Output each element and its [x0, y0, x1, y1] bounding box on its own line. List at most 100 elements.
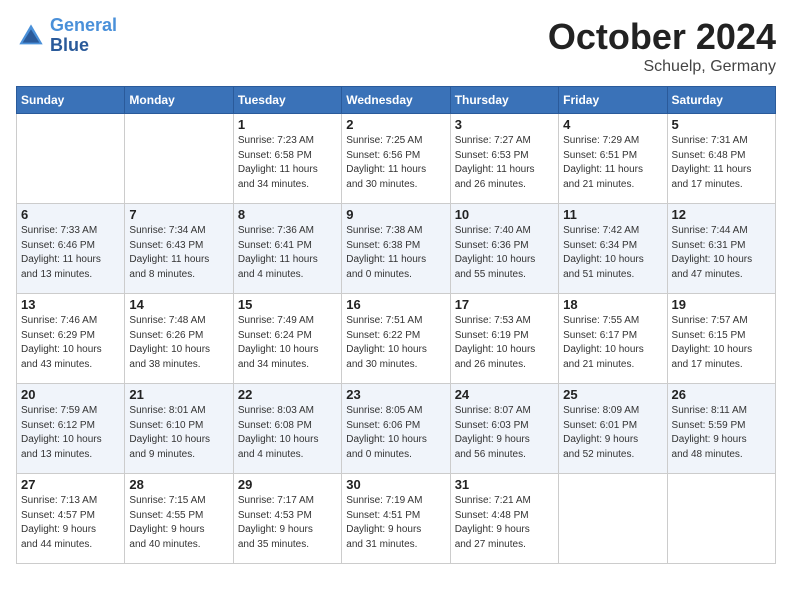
- day-info: Sunrise: 7:21 AM Sunset: 4:48 PM Dayligh…: [455, 494, 554, 552]
- calendar-cell: 9 Sunrise: 7:38 AM Sunset: 6:38 PM Daylig…: [342, 204, 450, 294]
- logo: General Blue: [16, 16, 117, 56]
- day-number: 29: [238, 477, 337, 492]
- day-number: 10: [455, 207, 554, 222]
- calendar-cell: 14Sunrise: 7:48 AM Sunset: 6:26 PM Dayli…: [125, 294, 233, 384]
- day-info: Sunrise: 7:53 AM Sunset: 6:19 PM Dayligh…: [455, 314, 554, 372]
- day-info: Sunrise: 8:05 AM Sunset: 6:06 PM Dayligh…: [346, 404, 445, 462]
- calendar-cell: 31 Sunrise: 7:21 AM Sunset: 4:48 PM Dayli…: [450, 474, 558, 564]
- day-number: 3: [455, 117, 554, 132]
- day-number: 13: [21, 297, 120, 312]
- location: Schuelp, Germany: [548, 58, 776, 76]
- day-info: Sunrise: 7:33 AM Sunset: 6:46 PM Dayligh…: [21, 224, 120, 282]
- day-number: 7: [129, 207, 228, 222]
- day-info: Sunrise: 7:49 AM Sunset: 6:24 PM Dayligh…: [238, 314, 337, 372]
- day-number: 31: [455, 477, 554, 492]
- day-info: Sunrise: 7:17 AM Sunset: 4:53 PM Dayligh…: [238, 494, 337, 552]
- day-number: 18: [563, 297, 662, 312]
- weekday-header: Tuesday: [233, 87, 341, 114]
- day-info: Sunrise: 7:34 AM Sunset: 6:43 PM Dayligh…: [129, 224, 228, 282]
- day-info: Sunrise: 7:40 AM Sunset: 6:36 PM Dayligh…: [455, 224, 554, 282]
- calendar-cell: [125, 114, 233, 204]
- calendar-cell: [559, 474, 667, 564]
- day-info: Sunrise: 7:51 AM Sunset: 6:22 PM Dayligh…: [346, 314, 445, 372]
- calendar-cell: 10 Sunrise: 7:40 AM Sunset: 6:36 PM Dayli…: [450, 204, 558, 294]
- calendar-cell: 7 Sunrise: 7:34 AM Sunset: 6:43 PM Daylig…: [125, 204, 233, 294]
- day-number: 11: [563, 207, 662, 222]
- logo-icon: [16, 21, 46, 51]
- calendar-cell: 16 Sunrise: 7:51 AM Sunset: 6:22 PM Dayli…: [342, 294, 450, 384]
- day-number: 21: [129, 387, 228, 402]
- day-number: 16: [346, 297, 445, 312]
- day-info: Sunrise: 8:07 AM Sunset: 6:03 PM Dayligh…: [455, 404, 554, 462]
- day-info: Sunrise: 7:25 AM Sunset: 6:56 PM Dayligh…: [346, 134, 445, 192]
- calendar-cell: 26Sunrise: 8:11 AM Sunset: 5:59 PM Dayli…: [667, 384, 775, 474]
- calendar-cell: 28 Sunrise: 7:15 AM Sunset: 4:55 PM Dayli…: [125, 474, 233, 564]
- day-info: Sunrise: 7:15 AM Sunset: 4:55 PM Dayligh…: [129, 494, 228, 552]
- day-info: Sunrise: 7:23 AM Sunset: 6:58 PM Dayligh…: [238, 134, 337, 192]
- day-number: 19: [672, 297, 771, 312]
- day-number: 12: [672, 207, 771, 222]
- calendar-cell: 5Sunrise: 7:31 AM Sunset: 6:48 PM Daylig…: [667, 114, 775, 204]
- weekday-header: Sunday: [17, 87, 125, 114]
- calendar-table: SundayMondayTuesdayWednesdayThursdayFrid…: [16, 86, 776, 564]
- day-number: 8: [238, 207, 337, 222]
- day-info: Sunrise: 7:38 AM Sunset: 6:38 PM Dayligh…: [346, 224, 445, 282]
- month-title: October 2024: [548, 16, 776, 58]
- calendar-cell: 2 Sunrise: 7:25 AM Sunset: 6:56 PM Daylig…: [342, 114, 450, 204]
- calendar-cell: 18 Sunrise: 7:55 AM Sunset: 6:17 PM Dayli…: [559, 294, 667, 384]
- calendar-cell: 21 Sunrise: 8:01 AM Sunset: 6:10 PM Dayli…: [125, 384, 233, 474]
- day-number: 26: [672, 387, 771, 402]
- day-number: 27: [21, 477, 120, 492]
- day-number: 23: [346, 387, 445, 402]
- day-number: 6: [21, 207, 120, 222]
- day-info: Sunrise: 7:27 AM Sunset: 6:53 PM Dayligh…: [455, 134, 554, 192]
- day-info: Sunrise: 7:19 AM Sunset: 4:51 PM Dayligh…: [346, 494, 445, 552]
- calendar-header: SundayMondayTuesdayWednesdayThursdayFrid…: [17, 87, 776, 114]
- day-info: Sunrise: 8:01 AM Sunset: 6:10 PM Dayligh…: [129, 404, 228, 462]
- calendar-cell: 12 Sunrise: 7:44 AM Sunset: 6:31 PM Dayli…: [667, 204, 775, 294]
- calendar-cell: 27Sunrise: 7:13 AM Sunset: 4:57 PM Dayli…: [17, 474, 125, 564]
- weekday-header: Monday: [125, 87, 233, 114]
- weekday-header: Thursday: [450, 87, 558, 114]
- day-number: 28: [129, 477, 228, 492]
- weekday-header: Wednesday: [342, 87, 450, 114]
- day-info: Sunrise: 7:57 AM Sunset: 6:15 PM Dayligh…: [672, 314, 771, 372]
- day-info: Sunrise: 7:55 AM Sunset: 6:17 PM Dayligh…: [563, 314, 662, 372]
- calendar-cell: 19 Sunrise: 7:57 AM Sunset: 6:15 PM Dayli…: [667, 294, 775, 384]
- weekday-header: Saturday: [667, 87, 775, 114]
- calendar-cell: 25 Sunrise: 8:09 AM Sunset: 6:01 PM Dayli…: [559, 384, 667, 474]
- title-block: October 2024 Schuelp, Germany: [548, 16, 776, 76]
- day-number: 24: [455, 387, 554, 402]
- calendar-cell: 11Sunrise: 7:42 AM Sunset: 6:34 PM Dayli…: [559, 204, 667, 294]
- calendar-cell: 29 Sunrise: 7:17 AM Sunset: 4:53 PM Dayli…: [233, 474, 341, 564]
- calendar-cell: 1Sunrise: 7:23 AM Sunset: 6:58 PM Daylig…: [233, 114, 341, 204]
- day-info: Sunrise: 8:03 AM Sunset: 6:08 PM Dayligh…: [238, 404, 337, 462]
- calendar-cell: 4 Sunrise: 7:29 AM Sunset: 6:51 PM Daylig…: [559, 114, 667, 204]
- calendar-cell: 17 Sunrise: 7:53 AM Sunset: 6:19 PM Dayli…: [450, 294, 558, 384]
- calendar-cell: 8 Sunrise: 7:36 AM Sunset: 6:41 PM Daylig…: [233, 204, 341, 294]
- day-info: Sunrise: 7:31 AM Sunset: 6:48 PM Dayligh…: [672, 134, 771, 192]
- day-number: 14: [129, 297, 228, 312]
- calendar-cell: 15 Sunrise: 7:49 AM Sunset: 6:24 PM Dayli…: [233, 294, 341, 384]
- day-number: 25: [563, 387, 662, 402]
- calendar-cell: 6 Sunrise: 7:33 AM Sunset: 6:46 PM Daylig…: [17, 204, 125, 294]
- calendar-cell: 3 Sunrise: 7:27 AM Sunset: 6:53 PM Daylig…: [450, 114, 558, 204]
- day-number: 9: [346, 207, 445, 222]
- day-info: Sunrise: 7:46 AM Sunset: 6:29 PM Dayligh…: [21, 314, 120, 372]
- page-header: General Blue October 2024 Schuelp, Germa…: [16, 16, 776, 76]
- day-number: 20: [21, 387, 120, 402]
- day-number: 15: [238, 297, 337, 312]
- day-info: Sunrise: 7:29 AM Sunset: 6:51 PM Dayligh…: [563, 134, 662, 192]
- calendar-cell: [667, 474, 775, 564]
- day-info: Sunrise: 7:36 AM Sunset: 6:41 PM Dayligh…: [238, 224, 337, 282]
- logo-text: General Blue: [50, 16, 117, 56]
- weekday-header: Friday: [559, 87, 667, 114]
- day-number: 4: [563, 117, 662, 132]
- calendar-cell: 22Sunrise: 8:03 AM Sunset: 6:08 PM Dayli…: [233, 384, 341, 474]
- day-number: 2: [346, 117, 445, 132]
- day-number: 17: [455, 297, 554, 312]
- day-info: Sunrise: 7:59 AM Sunset: 6:12 PM Dayligh…: [21, 404, 120, 462]
- day-info: Sunrise: 8:09 AM Sunset: 6:01 PM Dayligh…: [563, 404, 662, 462]
- calendar-cell: 13 Sunrise: 7:46 AM Sunset: 6:29 PM Dayli…: [17, 294, 125, 384]
- day-info: Sunrise: 7:44 AM Sunset: 6:31 PM Dayligh…: [672, 224, 771, 282]
